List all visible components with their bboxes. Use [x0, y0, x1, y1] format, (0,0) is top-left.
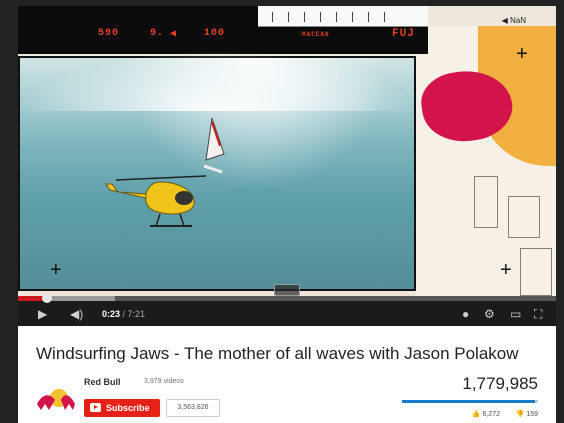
nan-label: ◀ NaN: [501, 16, 526, 25]
film-digits: 100: [204, 28, 226, 39]
progress-bar[interactable]: [18, 293, 556, 303]
film-digits: 9.: [150, 28, 165, 39]
crosshair-icon: +: [50, 259, 62, 281]
like-ratio-fill: [402, 400, 535, 403]
subscribe-button[interactable]: Subscribe: [84, 399, 160, 417]
youtube-icon: [90, 403, 101, 412]
ruler: [258, 6, 428, 27]
red-bull-logo[interactable]: [35, 384, 75, 416]
video-artwork: +: [416, 26, 556, 304]
time-display: 0:23 / 7:21: [102, 309, 146, 319]
dislike-button[interactable]: 👎 159: [516, 410, 538, 418]
progress-scrubber[interactable]: [41, 293, 52, 303]
theater-mode-icon[interactable]: ▭: [510, 308, 521, 320]
fullscreen-icon[interactable]: ⛶: [534, 308, 542, 320]
annotations-icon[interactable]: ●: [462, 308, 469, 320]
film-brand: FUJ: [392, 28, 415, 40]
subscriber-count: 3,563,826: [166, 399, 220, 417]
channel-video-count[interactable]: 3,979 videos: [144, 378, 184, 385]
video-frame[interactable]: + 590 9. ◀ 100 MACEAN FUJ ◀ NaN + +: [18, 6, 556, 304]
crosshair-icon: +: [500, 259, 512, 281]
video-title: Windsurfing Jaws - The mother of all wav…: [36, 344, 519, 363]
video-info: Windsurfing Jaws - The mother of all wav…: [18, 326, 556, 423]
film-label: MACEAN: [302, 31, 330, 38]
video-page: + 590 9. ◀ 100 MACEAN FUJ ◀ NaN + + ▶ ◀)…: [0, 0, 564, 423]
film-digits: 590: [98, 28, 120, 39]
view-count: 1,779,985: [462, 374, 538, 393]
like-ratio-bar: [402, 400, 538, 403]
thumbs-up-icon: 👍: [471, 411, 481, 418]
film-arrow-icon: ◀: [170, 29, 178, 40]
annotation-box: [274, 284, 300, 296]
volume-icon[interactable]: ◀): [70, 308, 83, 320]
channel-name[interactable]: Red Bull: [84, 377, 121, 387]
play-icon[interactable]: ▶: [38, 308, 47, 320]
wave-spray: [18, 51, 416, 111]
sketch-box: [508, 196, 540, 238]
helicopter: [105, 175, 207, 227]
sketch-box: [474, 176, 498, 228]
gear-icon[interactable]: ⚙: [484, 308, 495, 320]
sketch-box: [520, 248, 552, 296]
subscribe-label: Subscribe: [106, 403, 150, 413]
crosshair-icon: +: [516, 43, 528, 65]
player-controls: ▶ ◀) 0:23 / 7:21 ● ⚙ ▭ ⛶: [18, 284, 556, 326]
like-button[interactable]: 👍 6,272: [472, 410, 500, 418]
thumbs-down-icon: 👎: [515, 411, 525, 418]
windsurfer: [203, 117, 225, 174]
